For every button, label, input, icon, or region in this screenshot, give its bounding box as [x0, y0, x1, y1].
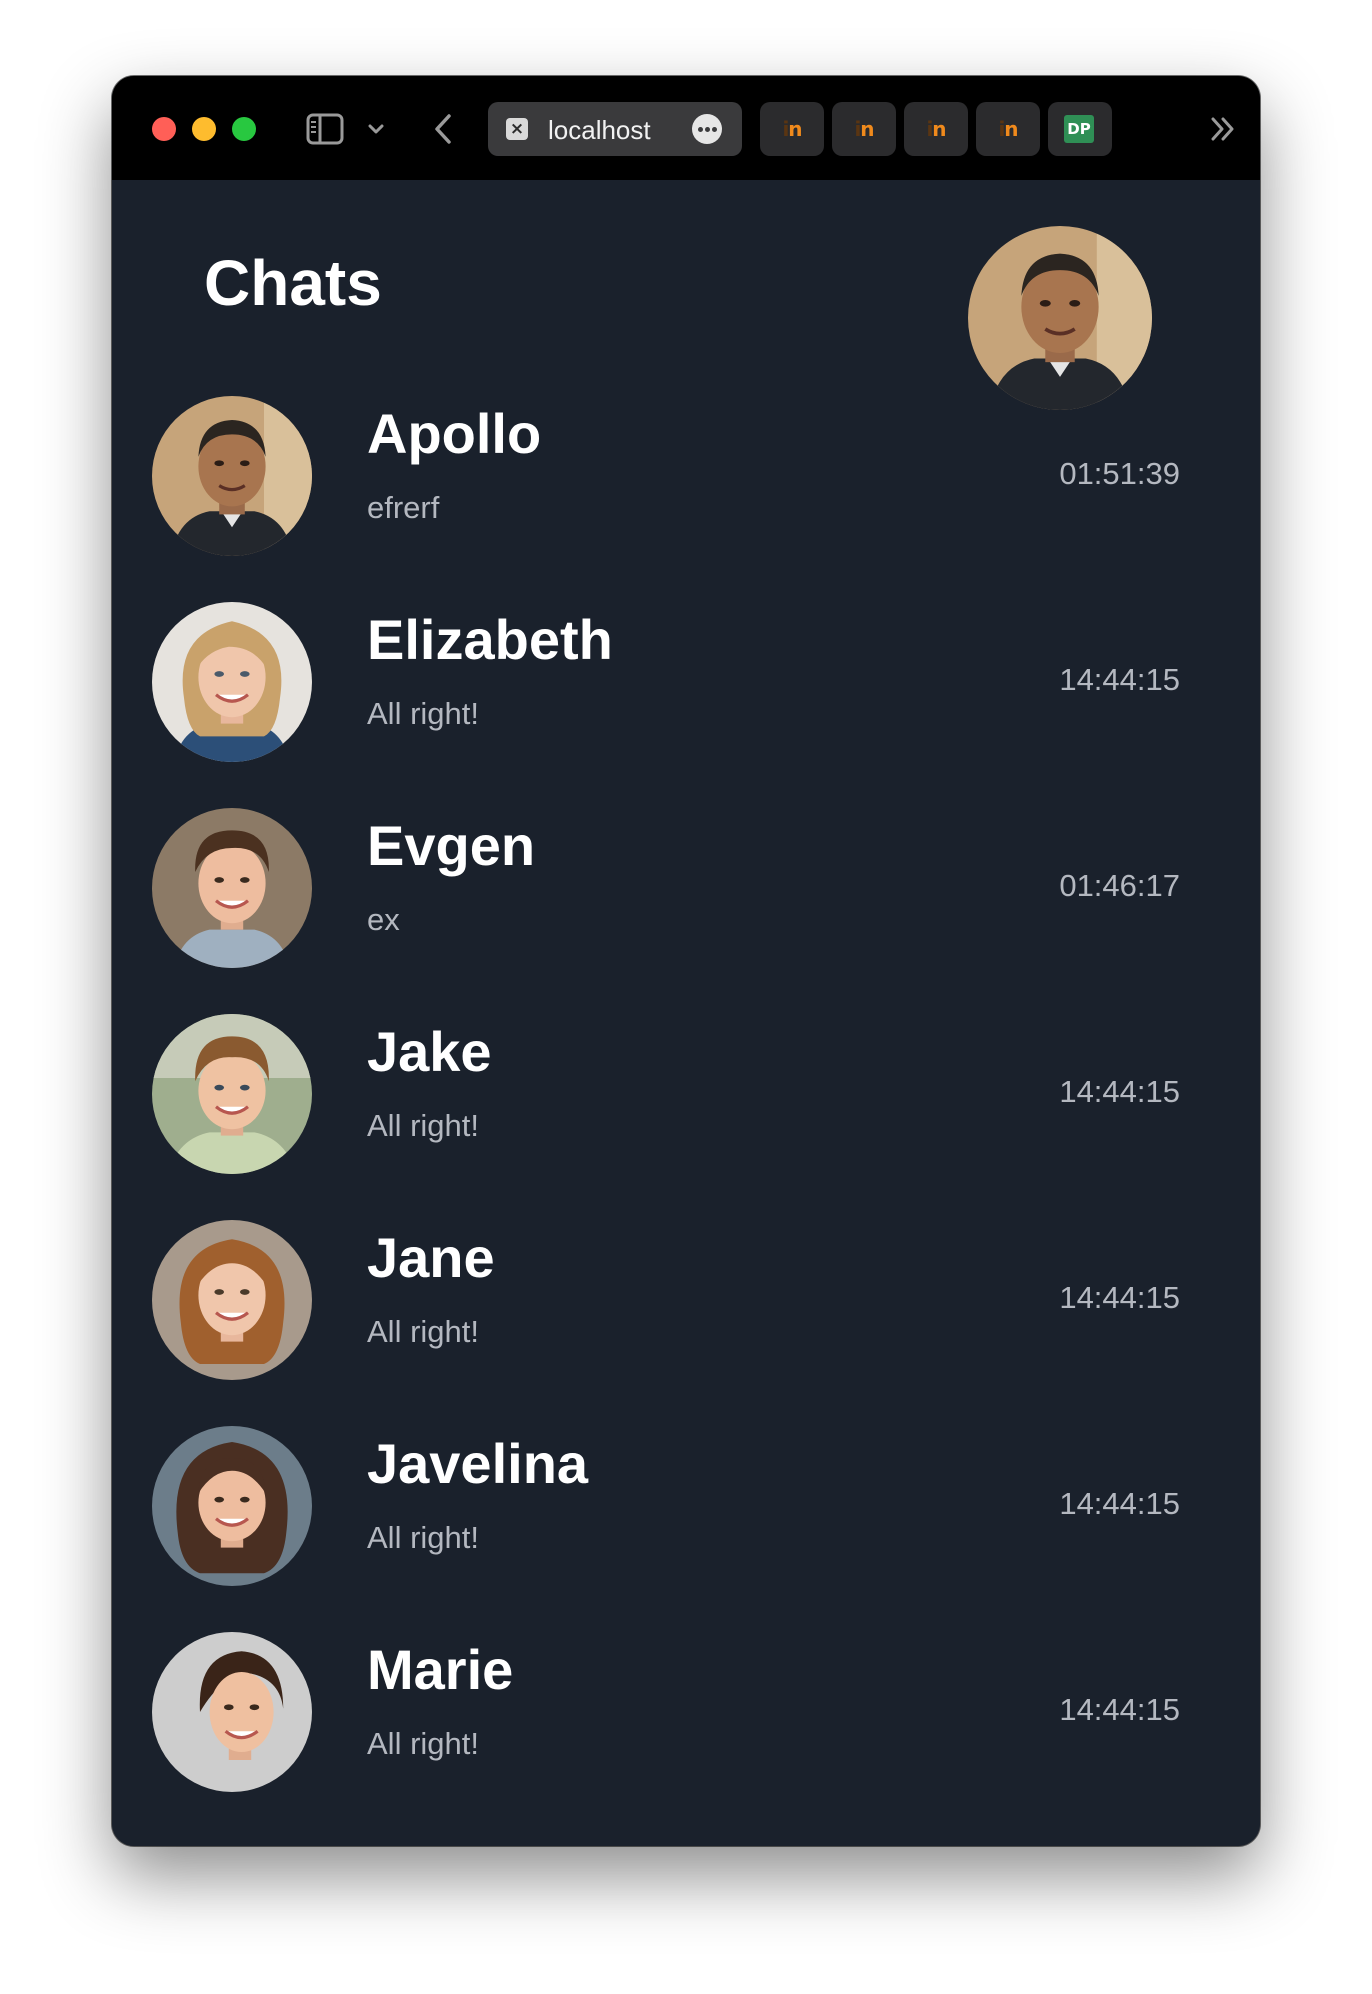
avatar — [152, 1220, 312, 1380]
chat-preview: ex — [367, 902, 400, 937]
tab-localhost[interactable]: × localhost — [488, 102, 742, 156]
close-window-button[interactable] — [152, 117, 176, 141]
chat-time: 01:51:39 — [1059, 456, 1180, 491]
chat-item-javelina[interactable]: Javelina All right! 14:44:15 — [112, 1422, 1260, 1628]
chevron-down-icon[interactable] — [364, 116, 388, 142]
chat-item-jake[interactable]: Jake All right! 14:44:15 — [112, 1010, 1260, 1216]
avatar — [152, 602, 312, 762]
avatar — [152, 808, 312, 968]
chat-name: Javelina — [367, 1432, 589, 1495]
browser-window: × localhost in in in in DP Chats Apollo … — [112, 76, 1260, 1846]
zoom-window-button[interactable] — [232, 117, 256, 141]
pinned-tab-5[interactable]: DP — [1048, 102, 1112, 156]
pinned-tab-3[interactable]: in — [904, 102, 968, 156]
avatar — [152, 396, 312, 556]
dp-icon: DP — [1064, 115, 1094, 143]
invision-icon: in — [926, 117, 946, 141]
sidebar-toggle-icon[interactable] — [306, 113, 344, 145]
page-title: Chats — [204, 247, 382, 319]
chat-time: 14:44:15 — [1059, 1692, 1180, 1727]
chat-name: Jane — [367, 1226, 495, 1289]
chat-preview: All right! — [367, 1726, 479, 1761]
minimize-window-button[interactable] — [192, 117, 216, 141]
pinned-tab-4[interactable]: in — [976, 102, 1040, 156]
avatar — [152, 1014, 312, 1174]
chat-name: Marie — [367, 1638, 514, 1701]
pinned-tab-2[interactable]: in — [832, 102, 896, 156]
chat-item-jane[interactable]: Jane All right! 14:44:15 — [112, 1216, 1260, 1422]
chevron-double-right-icon[interactable] — [1206, 114, 1240, 144]
chat-item-marie[interactable]: Marie All right! 14:44:15 — [112, 1628, 1260, 1834]
invision-icon: in — [782, 117, 802, 141]
avatar — [152, 1632, 312, 1792]
chat-preview: All right! — [367, 1314, 479, 1349]
chat-name: Evgen — [367, 814, 536, 877]
chat-time: 14:44:15 — [1059, 1074, 1180, 1109]
tab-title: localhost — [548, 115, 651, 145]
back-arrow-icon[interactable] — [430, 110, 458, 148]
chat-preview: All right! — [367, 696, 479, 731]
chat-time: 14:44:15 — [1059, 1486, 1180, 1521]
chat-name: Jake — [367, 1020, 492, 1083]
browser-toolbar: × localhost in in in in DP — [112, 76, 1260, 180]
chat-name: Elizabeth — [367, 608, 613, 671]
close-x-icon: × — [506, 118, 528, 140]
profile-avatar[interactable] — [968, 226, 1152, 410]
chat-name: Apollo — [367, 402, 542, 465]
invision-icon: in — [854, 117, 874, 141]
chat-preview: All right! — [367, 1520, 479, 1555]
chat-time: 14:44:15 — [1059, 662, 1180, 697]
chat-preview: All right! — [367, 1108, 479, 1143]
chat-time: 01:46:17 — [1059, 868, 1180, 903]
invision-icon: in — [998, 117, 1018, 141]
more-options-icon[interactable] — [692, 114, 722, 144]
avatar — [152, 1426, 312, 1586]
chat-item-apollo[interactable]: Apollo efrerf 01:51:39 — [112, 392, 1260, 598]
pinned-tab-1[interactable]: in — [760, 102, 824, 156]
chat-list-page: Chats Apollo efrerf 01:51:39 Elizabeth A… — [112, 180, 1260, 1846]
chat-preview: efrerf — [367, 490, 440, 525]
chat-time: 14:44:15 — [1059, 1280, 1180, 1315]
chat-item-evgen[interactable]: Evgen ex 01:46:17 — [112, 804, 1260, 1010]
chat-item-elizabeth[interactable]: Elizabeth All right! 14:44:15 — [112, 598, 1260, 804]
